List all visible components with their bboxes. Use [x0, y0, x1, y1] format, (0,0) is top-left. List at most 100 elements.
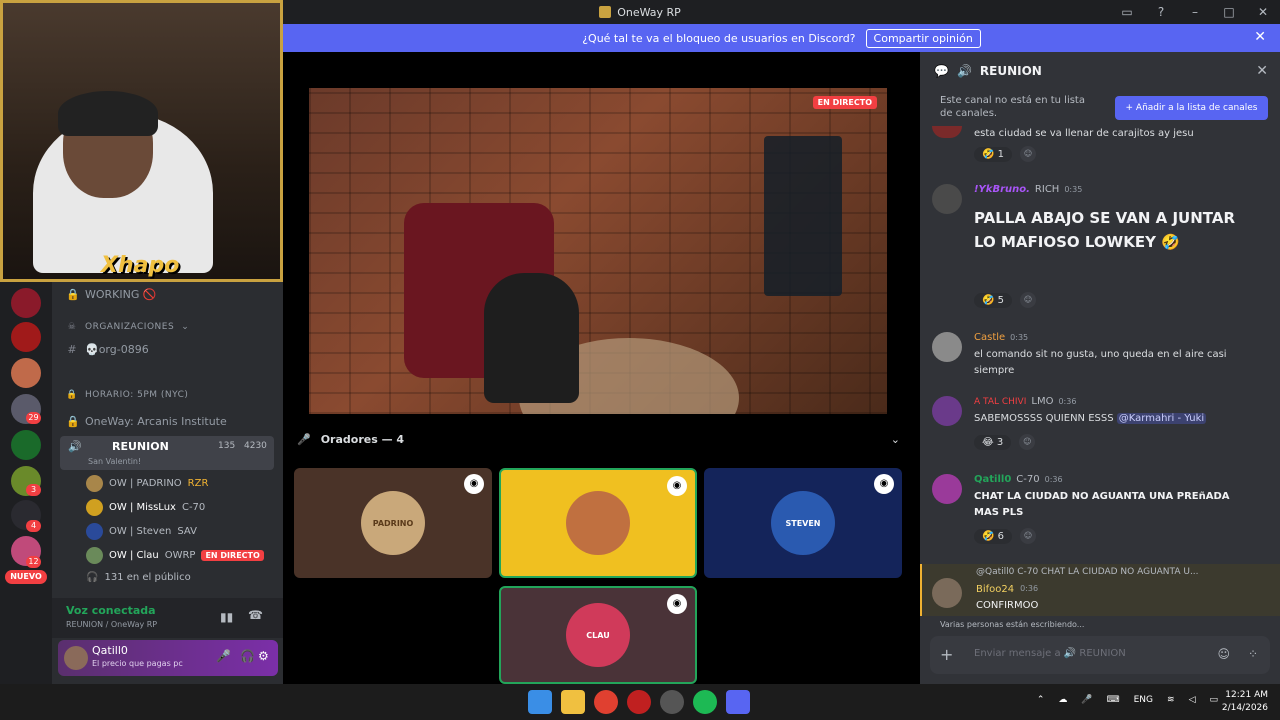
inbox-icon[interactable]: ▭: [1110, 5, 1144, 19]
message-author[interactable]: !YkBruno.: [974, 184, 1030, 195]
message-input-placeholder[interactable]: Enviar mensaje a 🔊 REUNION: [974, 648, 1126, 659]
reply-preview[interactable]: @Qatill0 C-70 CHAT LA CIUDAD NO AGUANTA …: [976, 567, 1266, 577]
wifi-icon[interactable]: ≋: [1167, 695, 1175, 705]
add-reaction-icon[interactable]: ☺: [1020, 528, 1036, 544]
help-icon[interactable]: ?: [1144, 5, 1178, 19]
soundboard-icon[interactable]: ▮▮: [220, 610, 233, 624]
avatar[interactable]: [932, 126, 962, 138]
avatar[interactable]: [932, 184, 962, 214]
voice-channel-name: REUNION: [112, 440, 169, 453]
taskbar-apps: [528, 690, 750, 714]
avatar[interactable]: [932, 474, 962, 504]
network-icon[interactable]: ☁: [1058, 695, 1067, 705]
avatar[interactable]: [932, 396, 962, 426]
microphone-icon[interactable]: 🎤: [1081, 695, 1092, 705]
camera-icon[interactable]: ◉: [667, 594, 687, 614]
server-badge: 3: [26, 484, 41, 496]
reaction-pill[interactable]: 🤣 5: [974, 292, 1012, 308]
streamer-name: Xhapo: [101, 253, 180, 278]
add-reaction-icon[interactable]: ☺: [1019, 434, 1036, 450]
app-icon[interactable]: [627, 690, 651, 714]
server-icon[interactable]: [11, 322, 41, 352]
close-icon[interactable]: ✕: [1256, 63, 1268, 79]
clock[interactable]: 12:21 AM 2/14/2026: [1222, 689, 1268, 715]
user-mention[interactable]: @Karmahri - Yuki: [1116, 413, 1207, 424]
language-indicator[interactable]: ENG: [1134, 695, 1153, 705]
battery-icon[interactable]: ▭: [1209, 695, 1218, 705]
message-header: A TAL CHIVI LMO 0:36: [974, 396, 1076, 407]
speaker-tile[interactable]: PADRINO ◉: [294, 468, 492, 578]
reaction-pill[interactable]: 🤣 6: [974, 528, 1012, 544]
chat-header: 💬 🔊 REUNION ✕: [920, 52, 1280, 90]
close-icon[interactable]: ✕: [1254, 29, 1266, 45]
message-author[interactable]: A TAL CHIVI: [974, 397, 1026, 407]
keyboard-icon[interactable]: ⌨: [1107, 695, 1120, 705]
voice-member[interactable]: OW | MissLux C-70: [86, 499, 205, 516]
lock-icon: 🔒: [66, 288, 80, 301]
add-channel-button[interactable]: + Añadir a la lista de canales: [1115, 96, 1268, 120]
plus-icon[interactable]: +: [940, 645, 953, 664]
message-text: el comando sit no gusta, uno queda en el…: [974, 349, 1227, 376]
discord-icon[interactable]: [726, 690, 750, 714]
disconnect-icon[interactable]: ☎: [248, 608, 263, 622]
reaction-pill[interactable]: 😂 3: [974, 434, 1012, 450]
voice-limit: 4230: [244, 441, 267, 451]
add-reaction-icon[interactable]: ☺: [1020, 146, 1036, 162]
channel-item[interactable]: # 💀org-0896: [66, 343, 149, 356]
close-button[interactable]: ✕: [1246, 5, 1280, 19]
message-author[interactable]: Qatill0: [974, 474, 1011, 485]
channel-item[interactable]: 🔒 HORARIO: 5PM (NYC): [66, 390, 188, 400]
speakers-header[interactable]: 🎤 Oradores — 4: [297, 433, 404, 446]
chat-panel: 💬 🔊 REUNION ✕ Este canal no está en tu l…: [920, 52, 1280, 684]
share-feedback-button[interactable]: Compartir opinión: [865, 28, 981, 48]
message-author[interactable]: Castle: [974, 332, 1005, 343]
message-text: esta ciudad se va llenar de carajitos ay…: [974, 128, 1194, 139]
spotify-icon[interactable]: [693, 690, 717, 714]
voice-member[interactable]: OW | Steven SAV: [86, 523, 197, 540]
reaction-pill[interactable]: 🤣 1: [974, 146, 1012, 162]
apps-icon[interactable]: ⁘: [1248, 647, 1258, 661]
voice-channel-subtitle: San Valentin!: [88, 457, 142, 466]
server-icon[interactable]: [11, 430, 41, 460]
audience-count[interactable]: 🎧 131 en el público: [86, 572, 191, 583]
avatar[interactable]: [932, 578, 962, 608]
avatar: [86, 499, 103, 516]
maximize-button[interactable]: □: [1212, 5, 1246, 19]
file-explorer-icon[interactable]: [561, 690, 585, 714]
server-icon[interactable]: [11, 358, 41, 388]
speaker-tile[interactable]: ◉: [499, 468, 697, 578]
channel-item[interactable]: 🔒 WORKING 🚫: [66, 288, 157, 301]
camera-icon[interactable]: ◉: [464, 474, 484, 494]
camera-icon[interactable]: ◉: [667, 476, 687, 496]
app-icon[interactable]: [660, 690, 684, 714]
emoji-icon[interactable]: ☺: [1217, 647, 1230, 661]
volume-icon[interactable]: ◁: [1189, 695, 1196, 705]
chevron-up-icon[interactable]: ⌃: [1037, 695, 1045, 705]
chrome-icon[interactable]: [594, 690, 618, 714]
message-composer[interactable]: + Enviar mensaje a 🔊 REUNION ☺ ⁘: [930, 636, 1270, 674]
chevron-down-icon[interactable]: ⌄: [891, 433, 900, 446]
server-icon[interactable]: [11, 288, 41, 318]
add-reaction-icon[interactable]: ☺: [1020, 292, 1036, 308]
speaker-tile[interactable]: CLAU ◉: [499, 586, 697, 684]
voice-member[interactable]: OW | PADRINO RZR: [86, 475, 208, 492]
channel-label: 💀org-0896: [85, 343, 149, 356]
speaker-tile[interactable]: STEVEN ◉: [704, 468, 902, 578]
avatar: [86, 547, 103, 564]
live-stream-video[interactable]: EN DIRECTO: [309, 88, 887, 414]
channel-item[interactable]: 🔒 OneWay: Arcanis Institute: [66, 415, 227, 428]
gear-icon[interactable]: ⚙: [258, 649, 269, 663]
mute-icon[interactable]: 🎤: [216, 649, 231, 663]
user-tag: LMO: [1031, 396, 1054, 407]
headphones-icon[interactable]: 🎧: [240, 649, 255, 663]
category-organizaciones[interactable]: ☠ ORGANIZACIONES ⌄: [66, 322, 189, 332]
voice-member[interactable]: OW | Clau OWRP EN DIRECTO: [86, 547, 264, 564]
active-voice-channel[interactable]: 🔊 REUNION San Valentin! 135 4230: [60, 436, 274, 470]
message-author[interactable]: Bifoo24: [976, 584, 1014, 595]
new-badge[interactable]: NUEVO: [5, 570, 47, 584]
windows-start-icon[interactable]: [528, 690, 552, 714]
minimize-button[interactable]: –: [1178, 5, 1212, 19]
camera-icon[interactable]: ◉: [874, 474, 894, 494]
avatar[interactable]: [932, 332, 962, 362]
avatar[interactable]: [64, 646, 88, 670]
